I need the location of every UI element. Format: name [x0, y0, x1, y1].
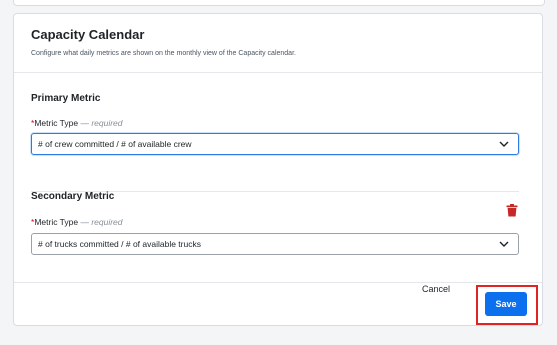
- primary-metric-type-select[interactable]: # of crew committed / # of available cre…: [31, 133, 519, 155]
- cancel-button[interactable]: Cancel: [415, 284, 457, 298]
- trash-icon[interactable]: [506, 204, 518, 217]
- required-hint: — required: [80, 118, 123, 128]
- previous-card-fragment: [13, 0, 545, 6]
- select-value: # of trucks committed / # of available t…: [38, 239, 201, 249]
- card-header: Capacity Calendar Configure what daily m…: [14, 14, 542, 72]
- card-title: Capacity Calendar: [31, 27, 145, 42]
- capacity-calendar-card: Capacity Calendar Configure what daily m…: [13, 13, 543, 326]
- card-subtitle: Configure what daily metrics are shown o…: [31, 50, 296, 57]
- primary-metric-heading: Primary Metric: [31, 93, 101, 104]
- save-button[interactable]: Save: [485, 292, 527, 316]
- field-label-text: Metric Type: [34, 217, 79, 227]
- secondary-metric-type-select[interactable]: # of trucks committed / # of available t…: [31, 233, 519, 255]
- chevron-down-icon: [499, 241, 509, 247]
- footer-divider: [14, 282, 542, 283]
- secondary-metric-type-label: *Metric Type — required: [31, 217, 123, 227]
- header-divider: [14, 72, 542, 73]
- chevron-down-icon: [499, 141, 509, 147]
- primary-metric-type-label: *Metric Type — required: [31, 118, 123, 128]
- field-label-text: Metric Type: [34, 118, 79, 128]
- secondary-metric-heading: Secondary Metric: [31, 191, 115, 202]
- required-hint: — required: [80, 217, 123, 227]
- select-value: # of crew committed / # of available cre…: [38, 139, 192, 149]
